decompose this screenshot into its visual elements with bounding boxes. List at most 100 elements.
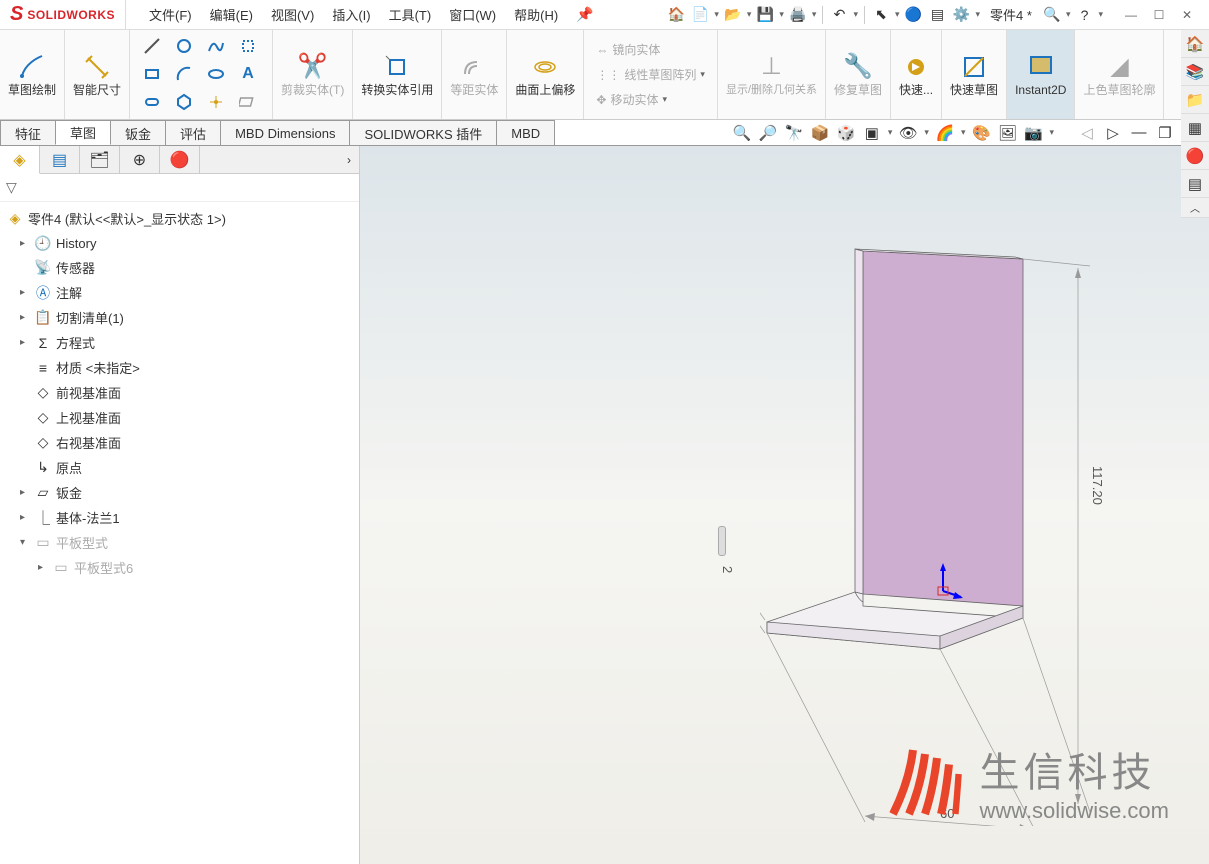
tree-top-plane[interactable]: ◇ 上视基准面 <box>2 405 357 430</box>
hide-show-icon[interactable]: 👁 <box>898 123 918 143</box>
tab-evaluate[interactable]: 评估 <box>165 120 221 145</box>
splitter-handle[interactable] <box>718 526 726 556</box>
tree-material[interactable]: ≡ 材质 <未指定> <box>2 355 357 380</box>
point-tool-icon[interactable] <box>202 90 230 114</box>
ellipse-tool-icon[interactable] <box>202 62 230 86</box>
tree-annotations[interactable]: ▸ Ⓐ 注解 <box>2 280 357 305</box>
expand-icon[interactable]: ▸ <box>20 337 30 348</box>
new-dropdown[interactable]: ▾ <box>714 9 719 20</box>
open-dropdown[interactable]: ▾ <box>747 9 752 20</box>
tree-sensors[interactable]: 📡 传感器 <box>2 255 357 280</box>
help-dropdown[interactable]: ▾ <box>1098 9 1103 20</box>
tree-equations[interactable]: ▸ Σ 方程式 <box>2 330 357 355</box>
viewport-prev-icon[interactable]: ◁ <box>1077 123 1097 143</box>
sidebar-expand-icon[interactable]: › <box>339 146 359 174</box>
expand-icon[interactable]: ▸ <box>20 287 30 298</box>
tab-mbd[interactable]: MBD <box>496 120 555 145</box>
expand-icon[interactable]: ▸ <box>20 512 30 523</box>
expand-icon[interactable]: ▸ <box>20 487 30 498</box>
sidebar-tab-display[interactable]: 🔴 <box>160 146 200 174</box>
expand-icon[interactable]: ▾ <box>20 537 30 548</box>
viewport-restore-icon[interactable]: ❐ <box>1155 123 1175 143</box>
tab-sheetmetal[interactable]: 钣金 <box>110 120 166 145</box>
plane-tool-icon[interactable] <box>234 90 262 114</box>
tab-sketch[interactable]: 草图 <box>55 120 111 145</box>
search-icon[interactable]: 🔍 <box>1042 5 1062 25</box>
open-icon[interactable]: 📂 <box>723 5 743 25</box>
circle-tool-icon[interactable] <box>170 34 198 58</box>
slot-tool-icon[interactable] <box>138 90 166 114</box>
taskpane-properties-icon[interactable]: ▤ <box>1181 170 1209 198</box>
smart-dimension-button[interactable]: 智能尺寸 <box>73 53 121 97</box>
tree-front-plane[interactable]: ◇ 前视基准面 <box>2 380 357 405</box>
home-icon[interactable]: 🏠 <box>666 5 686 25</box>
sidebar-tab-property[interactable]: ▤ <box>40 146 80 174</box>
convert-entities-button[interactable]: 转换实体引用 <box>361 53 433 97</box>
new-icon[interactable]: 📄 <box>690 5 710 25</box>
decal-icon[interactable]: 🖼 <box>997 123 1017 143</box>
help-icon[interactable]: ? <box>1074 5 1094 25</box>
menu-window[interactable]: 窗口(W) <box>441 1 504 28</box>
options-icon[interactable]: ⚙️ <box>952 5 972 25</box>
line-tool-icon[interactable] <box>138 34 166 58</box>
zoom-fit-icon[interactable]: 🔍 <box>732 123 752 143</box>
taskpane-explorer-icon[interactable]: 📁 <box>1181 86 1209 114</box>
taskpane-appearance-icon[interactable]: 🔴 <box>1181 142 1209 170</box>
tree-flat-pattern-6[interactable]: ▸ ▭ 平板型式6 <box>2 555 357 580</box>
pin-icon[interactable]: 📌 <box>568 6 601 23</box>
tree-flat-pattern[interactable]: ▾ ▭ 平板型式 <box>2 530 357 555</box>
tree-base-flange[interactable]: ▸ ⎿ 基体-法兰1 <box>2 505 357 530</box>
expand-icon[interactable]: ▸ <box>20 312 30 323</box>
taskpane-collapse-icon[interactable]: ︿ <box>1181 198 1209 218</box>
taskpane-view-icon[interactable]: ▦ <box>1181 114 1209 142</box>
instant2d-button[interactable]: Instant2D <box>1015 53 1066 97</box>
tree-right-plane[interactable]: ◇ 右视基准面 <box>2 430 357 455</box>
print-icon[interactable]: 🖨️ <box>788 5 808 25</box>
tab-feature[interactable]: 特征 <box>0 120 56 145</box>
taskpane-library-icon[interactable]: 📚 <box>1181 58 1209 86</box>
scene-icon[interactable]: 🌈 <box>935 123 955 143</box>
view-orientation-icon[interactable]: 🎲 <box>836 123 856 143</box>
text-tool-icon[interactable]: A <box>234 62 262 86</box>
options-dropdown[interactable]: ▾ <box>976 9 981 20</box>
zoom-area-icon[interactable]: 🔎 <box>758 123 778 143</box>
previous-view-icon[interactable]: 🔭 <box>784 123 804 143</box>
select-icon[interactable]: ⬉ <box>871 5 891 25</box>
viewport[interactable]: 117.20 60 2 生信科技 www.solidwise.com <box>360 146 1209 864</box>
rapid-sketch-button[interactable]: 快速草图 <box>950 53 998 97</box>
tree-history[interactable]: ▸ 🕘 History <box>2 231 357 255</box>
maximize-button[interactable]: ☐ <box>1147 5 1171 25</box>
tab-solidworks-addins[interactable]: SOLIDWORKS 插件 <box>349 120 497 145</box>
spline-tool-icon[interactable] <box>202 34 230 58</box>
rapid-button[interactable]: 快速... <box>899 53 933 97</box>
taskpane-home-icon[interactable]: 🏠 <box>1181 30 1209 58</box>
polygon-tool-icon[interactable] <box>170 90 198 114</box>
section-view-icon[interactable]: 📦 <box>810 123 830 143</box>
search-dropdown[interactable]: ▾ <box>1066 9 1071 20</box>
tree-origin[interactable]: ↳ 原点 <box>2 455 357 480</box>
menu-tools[interactable]: 工具(T) <box>381 1 440 28</box>
undo-icon[interactable]: ↶ <box>829 5 849 25</box>
display-style-icon[interactable]: ▣ <box>862 123 882 143</box>
select-dropdown[interactable]: ▾ <box>895 9 900 20</box>
viewport-next-icon[interactable]: ▷ <box>1103 123 1123 143</box>
surface-offset-button[interactable]: 曲面上偏移 <box>515 53 575 97</box>
save-dropdown[interactable]: ▾ <box>779 9 784 20</box>
arc-tool-icon[interactable] <box>170 62 198 86</box>
expand-icon[interactable]: ▸ <box>38 562 48 573</box>
tree-sheetmetal-feature[interactable]: ▸ ▱ 钣金 <box>2 480 357 505</box>
close-button[interactable]: ✕ <box>1175 5 1199 25</box>
rebuild-icon[interactable]: 🔵 <box>904 5 924 25</box>
sidebar-tab-dimxpert[interactable]: ⊕ <box>120 146 160 174</box>
sidebar-tab-config[interactable]: 🗂 <box>80 146 120 174</box>
expand-icon[interactable]: ▸ <box>20 238 30 249</box>
sidebar-tab-featuretree[interactable]: ◈ <box>0 146 40 174</box>
options-list-icon[interactable]: ▤ <box>928 5 948 25</box>
undo-dropdown[interactable]: ▾ <box>853 9 858 20</box>
menu-view[interactable]: 视图(V) <box>263 1 322 28</box>
render-icon[interactable]: 📷 <box>1023 123 1043 143</box>
menu-edit[interactable]: 编辑(E) <box>202 1 261 28</box>
save-icon[interactable]: 💾 <box>755 5 775 25</box>
appearance-icon[interactable]: 🎨 <box>971 123 991 143</box>
viewport-minimize-icon[interactable]: — <box>1129 123 1149 143</box>
